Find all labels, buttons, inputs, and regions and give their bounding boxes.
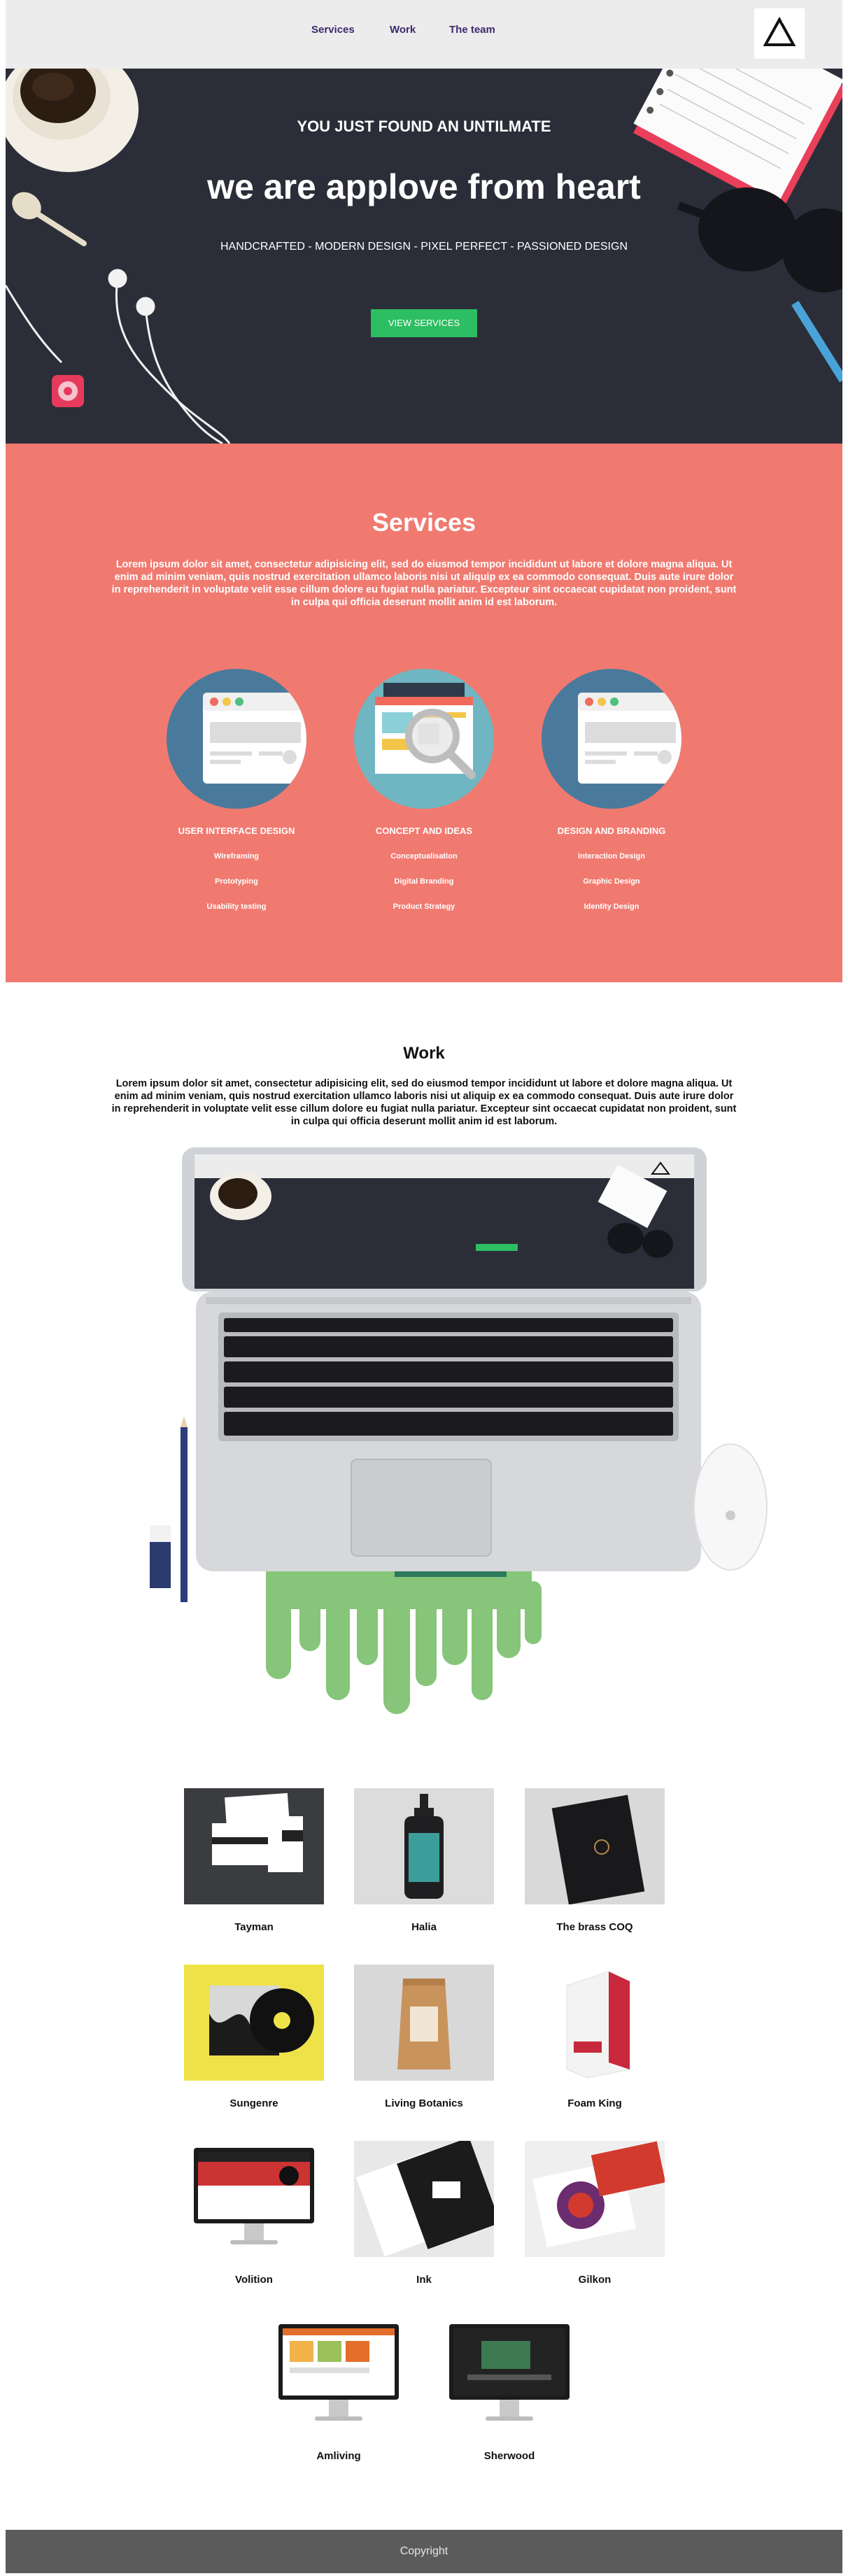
top-nav-bar: Services Work The team	[6, 0, 842, 69]
work-thumbnail	[354, 1788, 494, 1904]
nav-link-team[interactable]: The team	[449, 24, 495, 36]
laptop-mockup	[143, 1133, 772, 1777]
services-title: Services	[372, 508, 476, 537]
main-nav: Services Work The team	[6, 24, 842, 38]
browser-window-icon	[167, 669, 306, 809]
pencil-icon	[791, 300, 842, 383]
work-title: Work	[403, 1044, 445, 1063]
footer: Copyright	[6, 2530, 842, 2573]
paint-drip-illustration	[266, 1560, 542, 1714]
service-item: Prototyping	[215, 877, 258, 886]
work-thumbnail	[354, 1965, 494, 2081]
service-item: Interaction Design	[578, 852, 645, 861]
triangle-logo-icon	[763, 16, 796, 46]
work-description: Lorem ipsum dolor sit amet, consectetur …	[111, 1078, 737, 1127]
work-thumbnail	[525, 1788, 665, 1904]
work-thumbnail	[184, 2141, 324, 2257]
service-heading: CONCEPT AND IDEAS	[375, 826, 473, 836]
hero-subtitle: YOU JUST FOUND AN UNTILMATE	[297, 118, 551, 135]
page: Services Work The team YOU JUST FOUND AN…	[6, 0, 842, 2576]
hero-section: YOU JUST FOUND AN UNTILMATE we are applo…	[6, 69, 842, 444]
service-card-concept-ideas: CONCEPT AND IDEAS Conceptualisation Digi…	[347, 669, 501, 963]
work-item-label: Gilkon	[578, 2274, 612, 2286]
work-item-label: Volition	[235, 2274, 273, 2286]
service-card-ui-design: USER INTERFACE DESIGN Wireframing Protot…	[160, 669, 313, 963]
service-item: Wireframing	[213, 852, 260, 861]
work-thumbnail	[269, 2317, 409, 2433]
work-thumbnail	[354, 2141, 494, 2257]
service-heading: USER INTERFACE DESIGN	[178, 826, 295, 836]
service-item: Identity Design	[584, 903, 639, 911]
nav-link-work[interactable]: Work	[390, 24, 416, 36]
service-item: Usability testing	[206, 903, 267, 911]
work-item-label: Living Botanics	[385, 2097, 463, 2109]
magnifier-layout-icon	[354, 669, 494, 809]
service-card-design-branding: DESIGN AND BRANDING Interaction Design G…	[535, 669, 688, 963]
work-thumbnail	[439, 2317, 579, 2433]
service-heading: DESIGN AND BRANDING	[557, 826, 666, 836]
services-description: Lorem ipsum dolor sit amet, consectetur …	[111, 559, 737, 608]
work-item-label: Ink	[416, 2274, 432, 2286]
work-thumbnail	[525, 2141, 665, 2257]
work-thumbnail	[184, 1788, 324, 1904]
hero-title: we are applove from heart	[207, 167, 641, 206]
work-item-label: Sungenre	[229, 2097, 278, 2109]
laptop-keyboard-base	[196, 1291, 701, 1577]
music-player-icon	[52, 375, 84, 407]
logo[interactable]	[754, 8, 805, 59]
work-thumbnail	[184, 1965, 324, 2081]
work-thumbnail	[525, 1965, 665, 2081]
mouse-icon	[693, 1443, 768, 1571]
work-item-label: Halia	[411, 1921, 437, 1933]
work-item-label: Amliving	[316, 2450, 361, 2462]
laptop-screen	[182, 1147, 707, 1291]
nav-link-services[interactable]: Services	[311, 24, 355, 36]
service-item: Graphic Design	[583, 877, 640, 886]
work-item-label: The brass COQ	[556, 1921, 633, 1933]
hero-tagline: HANDCRAFTED - MODERN DESIGN - PIXEL PERF…	[220, 241, 628, 253]
service-item: Digital Branding	[394, 877, 454, 886]
pencil-eraser-icon	[150, 1416, 188, 1602]
earphones-icon	[6, 269, 231, 444]
view-services-button[interactable]: VIEW SERVICES	[371, 309, 477, 337]
service-item: Conceptualisation	[390, 852, 458, 861]
work-item-label: Foam King	[567, 2097, 622, 2109]
browser-window-icon	[542, 669, 681, 809]
services-section: Services Lorem ipsum dolor sit amet, con…	[6, 444, 842, 982]
service-item: Product Strategy	[393, 903, 455, 911]
copyright-text: Copyright	[400, 2545, 448, 2557]
work-item-label: Tayman	[234, 1921, 274, 1933]
work-item-label: Sherwood	[483, 2450, 535, 2462]
